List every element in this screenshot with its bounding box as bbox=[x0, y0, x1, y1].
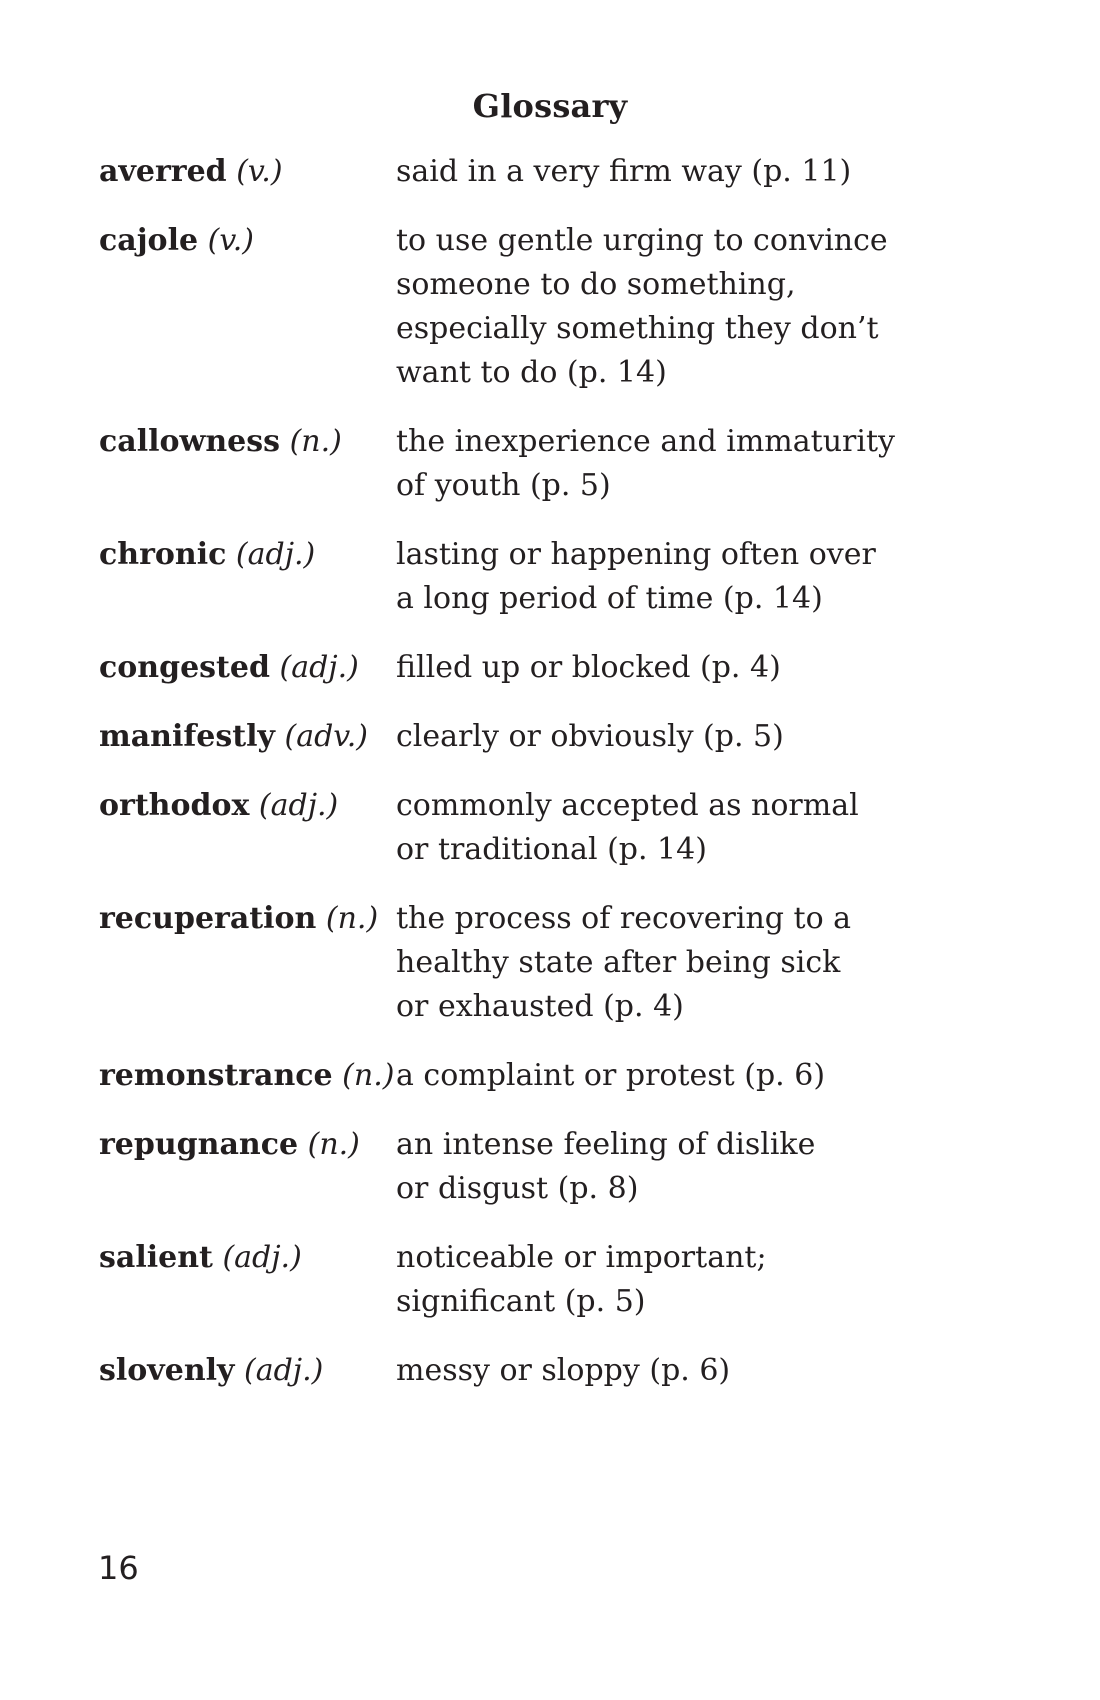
glossary-entry: recuperation (n.) the process of recoveri… bbox=[99, 897, 1019, 1029]
part-of-speech: (adj.) bbox=[222, 1240, 302, 1275]
part-of-speech: (v.) bbox=[236, 154, 283, 189]
part-of-speech: (adv.) bbox=[284, 719, 368, 754]
term-word: slovenly bbox=[99, 1353, 235, 1388]
glossary-entry: chronic (adj.) lasting or happening often… bbox=[99, 533, 1019, 621]
glossary-entry: remonstrance (n.) a complaint or protest … bbox=[99, 1054, 1019, 1098]
term-word: chronic bbox=[99, 537, 227, 572]
glossary-term: orthodox (adj.) bbox=[99, 784, 396, 828]
glossary-definition: noticeable or important; significant (p. … bbox=[396, 1236, 886, 1324]
term-word: recuperation bbox=[99, 901, 317, 936]
glossary-definition: filled up or blocked (p. 4) bbox=[396, 646, 886, 690]
term-word: congested bbox=[99, 650, 270, 685]
term-word: averred bbox=[99, 154, 227, 189]
definition-line: commonly accepted as normal bbox=[396, 788, 859, 823]
term-word: callowness bbox=[99, 424, 281, 459]
definition-line: to use gentle urging to convince bbox=[396, 223, 888, 258]
term-word: orthodox bbox=[99, 788, 250, 823]
part-of-speech: (v.) bbox=[207, 223, 254, 258]
glossary-entry: cajole (v.) to use gentle urging to convi… bbox=[99, 219, 1019, 395]
definition-line: want to do (p. 14) bbox=[396, 355, 667, 390]
glossary-definition: a complaint or protest (p. 6) bbox=[396, 1054, 886, 1098]
glossary-definition: clearly or obviously (p. 5) bbox=[396, 715, 886, 759]
glossary-definition: to use gentle urging to convince someone … bbox=[396, 219, 888, 395]
definition-line: or disgust (p. 8) bbox=[396, 1171, 639, 1206]
definition-line: or exhausted (p. 4) bbox=[396, 989, 684, 1024]
term-word: cajole bbox=[99, 223, 199, 258]
term-word: manifestly bbox=[99, 719, 275, 754]
definition-line: filled up or blocked (p. 4) bbox=[396, 650, 781, 685]
definition-line: lasting or happening often over bbox=[396, 537, 876, 572]
definition-line: or traditional (p. 14) bbox=[396, 832, 707, 867]
glossary-definition: messy or sloppy (p. 6) bbox=[396, 1349, 886, 1393]
glossary-entry: slovenly (adj.) messy or sloppy (p. 6) bbox=[99, 1349, 1019, 1393]
glossary-term: chronic (adj.) bbox=[99, 533, 396, 577]
definition-line: a complaint or protest (p. 6) bbox=[396, 1058, 826, 1093]
glossary-entry: salient (adj.) noticeable or important; si… bbox=[99, 1236, 1019, 1324]
glossary-term: recuperation (n.) bbox=[99, 897, 396, 941]
glossary-term: cajole (v.) bbox=[99, 219, 396, 263]
glossary-list: averred (v.) said in a very firm way (p. … bbox=[99, 150, 1019, 1418]
glossary-definition: lasting or happening often over a long pe… bbox=[396, 533, 886, 621]
term-word: salient bbox=[99, 1240, 213, 1275]
glossary-entry: callowness (n.) the inexperience and imma… bbox=[99, 420, 1019, 508]
definition-line: the inexperience and immaturity bbox=[396, 424, 895, 459]
glossary-term: callowness (n.) bbox=[99, 420, 396, 464]
part-of-speech: (n.) bbox=[325, 901, 379, 936]
definition-line: clearly or obviously (p. 5) bbox=[396, 719, 784, 754]
definition-line: especially something they don’t bbox=[396, 311, 879, 346]
definition-line: someone to do something, bbox=[396, 267, 796, 302]
glossary-entry: averred (v.) said in a very firm way (p. … bbox=[99, 150, 1019, 194]
definition-line: significant (p. 5) bbox=[396, 1284, 646, 1319]
glossary-term: salient (adj.) bbox=[99, 1236, 396, 1280]
glossary-term: remonstrance (n.) bbox=[99, 1054, 396, 1098]
definition-line: the process of recovering to a bbox=[396, 901, 852, 936]
definition-line: noticeable or important; bbox=[396, 1240, 767, 1275]
term-word: repugnance bbox=[99, 1127, 299, 1162]
glossary-term: manifestly (adv.) bbox=[99, 715, 396, 759]
part-of-speech: (n.) bbox=[307, 1127, 360, 1162]
part-of-speech: (adj.) bbox=[279, 650, 359, 685]
glossary-page: Glossary averred (v.) said in a very firm… bbox=[0, 0, 1100, 1700]
glossary-definition: the process of recovering to a healthy st… bbox=[396, 897, 886, 1029]
glossary-term: slovenly (adj.) bbox=[99, 1349, 396, 1393]
part-of-speech: (n.) bbox=[342, 1058, 395, 1093]
page-title: Glossary bbox=[0, 86, 1100, 126]
glossary-definition: an intense feeling of dislike or disgust … bbox=[396, 1123, 886, 1211]
page-title-text: Glossary bbox=[472, 87, 628, 125]
glossary-definition: the inexperience and immaturity of youth … bbox=[396, 420, 895, 508]
glossary-entry: orthodox (adj.) commonly accepted as norm… bbox=[99, 784, 1019, 872]
definition-line: healthy state after being sick bbox=[396, 945, 841, 980]
glossary-definition: commonly accepted as normal or traditiona… bbox=[396, 784, 886, 872]
part-of-speech: (adj.) bbox=[244, 1353, 324, 1388]
glossary-term: repugnance (n.) bbox=[99, 1123, 396, 1167]
glossary-definition: said in a very firm way (p. 11) bbox=[396, 150, 886, 194]
glossary-term: congested (adj.) bbox=[99, 646, 396, 690]
definition-line: of youth (p. 5) bbox=[396, 468, 611, 503]
part-of-speech: (adj.) bbox=[235, 537, 316, 572]
definition-line: an intense feeling of dislike bbox=[396, 1127, 816, 1162]
glossary-entry: congested (adj.) filled up or blocked (p.… bbox=[99, 646, 1019, 690]
definition-line: a long period of time (p. 14) bbox=[396, 581, 823, 616]
page-number: 16 bbox=[98, 1549, 139, 1587]
part-of-speech: (n.) bbox=[289, 424, 342, 459]
glossary-term: averred (v.) bbox=[99, 150, 396, 194]
glossary-entry: manifestly (adv.) clearly or obviously (p… bbox=[99, 715, 1019, 759]
part-of-speech: (adj.) bbox=[258, 788, 339, 823]
definition-line: messy or sloppy (p. 6) bbox=[396, 1353, 731, 1388]
glossary-entry: repugnance (n.) an intense feeling of dis… bbox=[99, 1123, 1019, 1211]
term-word: remonstrance bbox=[99, 1058, 333, 1093]
definition-line: said in a very firm way (p. 11) bbox=[396, 154, 852, 189]
